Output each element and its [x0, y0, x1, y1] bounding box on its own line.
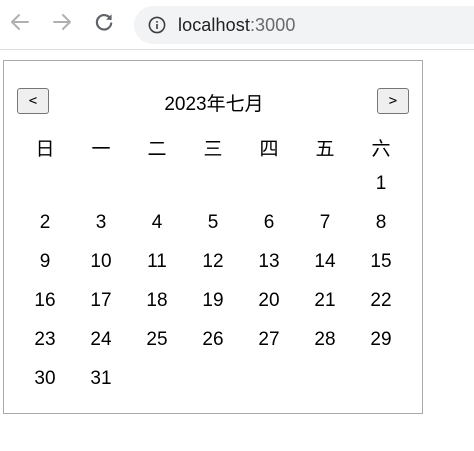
day-cell[interactable]: 4: [129, 212, 185, 234]
reload-button[interactable]: [90, 10, 118, 38]
day-cell[interactable]: 20: [241, 290, 297, 312]
day-cell[interactable]: 19: [185, 290, 241, 312]
day-cell[interactable]: 13: [241, 251, 297, 273]
day-cell[interactable]: 2: [17, 212, 73, 234]
weekday-label: 三: [203, 139, 223, 160]
weekday-label: 四: [259, 139, 279, 160]
weekday-label: 二: [147, 139, 167, 160]
day-cell[interactable]: 8: [353, 212, 409, 234]
next-month-button[interactable]: >: [377, 88, 409, 114]
day-cell[interactable]: 6: [241, 212, 297, 234]
day-cell[interactable]: 30: [17, 368, 73, 390]
calendar: < 2023年七月 > 日一二三四五六 1 2 3 4 5 6 7 8 9 10 11 12 13 14 1…: [3, 60, 423, 414]
day-cell[interactable]: 7: [297, 212, 353, 234]
forward-button[interactable]: [48, 10, 76, 38]
day-cell[interactable]: 26: [185, 329, 241, 351]
month-title: 2023年七月: [164, 94, 264, 115]
weekday-label: 六: [371, 139, 391, 160]
day-cell[interactable]: 11: [129, 251, 185, 273]
day-cell[interactable]: 28: [297, 329, 353, 351]
day-cell[interactable]: 18: [129, 290, 185, 312]
day-cell[interactable]: 29: [353, 329, 409, 351]
day-cell[interactable]: 21: [297, 290, 353, 312]
back-arrow-icon: [9, 11, 31, 38]
day-cell[interactable]: 23: [17, 329, 73, 351]
weekday-header-row: 日一二三四五六: [4, 134, 422, 162]
prev-month-button[interactable]: <: [17, 88, 49, 114]
day-cell[interactable]: 9: [17, 251, 73, 273]
url-text: localhost:3000: [178, 15, 296, 36]
forward-arrow-icon: [51, 11, 73, 38]
day-cell[interactable]: 16: [17, 290, 73, 312]
address-bar[interactable]: localhost:3000: [134, 6, 474, 44]
url-host: localhost: [178, 14, 250, 35]
weekday-label: 一: [91, 139, 111, 160]
weekday-label: 五: [315, 139, 335, 160]
day-cell[interactable]: 27: [241, 329, 297, 351]
back-button[interactable]: [6, 10, 34, 38]
weekday-label: 日: [35, 139, 55, 160]
info-icon[interactable]: [148, 16, 166, 34]
calendar-header: < 2023年七月 >: [4, 87, 422, 117]
day-cell[interactable]: 3: [73, 212, 129, 234]
day-cell[interactable]: 24: [73, 329, 129, 351]
day-cell[interactable]: 1: [353, 173, 409, 195]
day-cell[interactable]: 17: [73, 290, 129, 312]
browser-toolbar: localhost:3000: [0, 0, 474, 50]
day-cell[interactable]: 15: [353, 251, 409, 273]
url-port: :3000: [249, 14, 296, 35]
day-cell[interactable]: 12: [185, 251, 241, 273]
reload-icon: [93, 11, 115, 38]
day-cell[interactable]: 14: [297, 251, 353, 273]
day-cell[interactable]: 22: [353, 290, 409, 312]
day-cell[interactable]: 31: [73, 368, 129, 390]
day-cell[interactable]: 10: [73, 251, 129, 273]
day-cell[interactable]: 25: [129, 329, 185, 351]
day-cell[interactable]: 5: [185, 212, 241, 234]
